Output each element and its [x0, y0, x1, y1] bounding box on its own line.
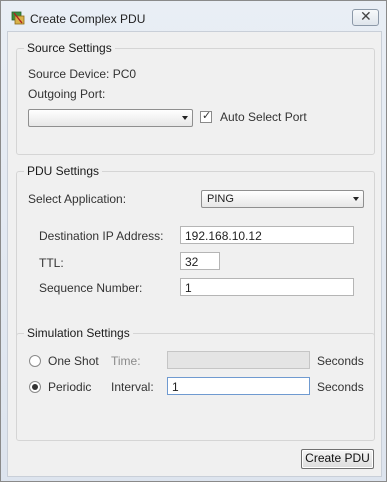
sequence-number-input[interactable]: 1 — [180, 278, 354, 296]
pdu-settings-group: PDU Settings Select Application: PING De… — [16, 164, 375, 342]
ttl-label: TTL: — [39, 256, 64, 270]
application-select[interactable]: PING — [201, 190, 364, 208]
dialog-body: Source Settings Source Device: PC0 Outgo… — [7, 31, 382, 477]
close-icon: ✕ — [360, 8, 372, 24]
time-seconds-label: Seconds — [317, 354, 364, 368]
one-shot-label[interactable]: One Shot — [48, 354, 99, 368]
one-shot-radio[interactable] — [29, 355, 41, 367]
application-value: PING — [207, 193, 234, 205]
dialog-window: Create Complex PDU ✕ Source Settings Sou… — [0, 0, 387, 482]
destination-ip-label: Destination IP Address: — [39, 229, 164, 243]
simulation-settings-group: Simulation Settings One Shot Time: Secon… — [16, 326, 375, 441]
sequence-number-label: Sequence Number: — [39, 281, 143, 295]
source-settings-group: Source Settings Source Device: PC0 Outgo… — [16, 41, 375, 155]
time-input[interactable] — [167, 351, 310, 369]
periodic-label[interactable]: Periodic — [48, 380, 91, 394]
interval-label: Interval: — [111, 380, 154, 394]
window-title: Create Complex PDU — [30, 12, 146, 26]
pdu-settings-legend: PDU Settings — [24, 164, 103, 178]
packet-tracer-icon — [11, 11, 25, 25]
select-application-label: Select Application: — [28, 192, 127, 206]
chevron-down-icon — [182, 116, 188, 120]
interval-seconds-label: Seconds — [317, 380, 364, 394]
radio-selected-dot — [32, 384, 38, 390]
chevron-down-icon — [353, 197, 359, 201]
interval-input[interactable]: 1 — [167, 377, 310, 395]
ttl-input[interactable]: 32 — [180, 252, 220, 270]
title-bar[interactable]: Create Complex PDU ✕ — [1, 1, 386, 31]
source-device-label: Source Device: PC0 — [28, 67, 137, 81]
simulation-settings-legend: Simulation Settings — [24, 326, 133, 340]
outgoing-port-label: Outgoing Port: — [28, 87, 106, 101]
destination-ip-input[interactable]: 192.168.10.12 — [180, 226, 354, 244]
auto-select-port-checkbox[interactable]: ✓ — [200, 110, 212, 123]
time-label: Time: — [111, 354, 141, 368]
source-settings-legend: Source Settings — [24, 41, 115, 55]
close-button[interactable]: ✕ — [352, 8, 379, 26]
auto-select-port-label[interactable]: Auto Select Port — [220, 110, 307, 124]
create-pdu-button[interactable]: Create PDU — [301, 449, 374, 469]
periodic-radio[interactable] — [29, 381, 41, 393]
check-icon: ✓ — [202, 110, 212, 122]
outgoing-port-select[interactable] — [28, 109, 193, 127]
